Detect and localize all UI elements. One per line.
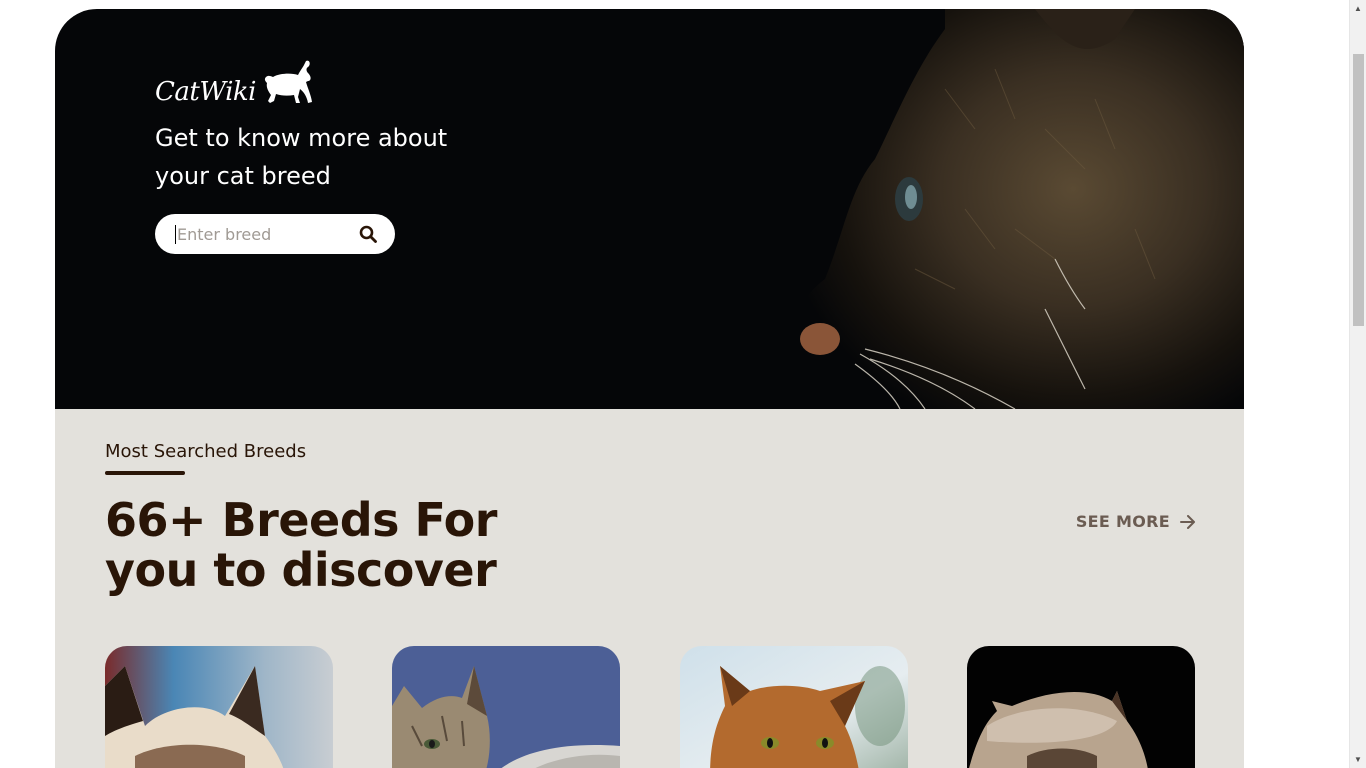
- section-label: Most Searched Breeds: [105, 441, 307, 462]
- scroll-down-arrow-icon[interactable]: ▼: [1350, 751, 1366, 768]
- breed-search-box[interactable]: [155, 214, 395, 254]
- breed-card-siamese[interactable]: [105, 646, 333, 768]
- catwiki-logo[interactable]: CatWiki: [155, 59, 314, 105]
- most-searched-section: Most Searched Breeds 66+ Breeds For you …: [55, 409, 1244, 768]
- see-more-link[interactable]: SEE MORE: [1076, 512, 1196, 531]
- himalayan-cat-photo: [966, 646, 1195, 768]
- hero-tagline: Get to know more about your cat breed: [155, 124, 448, 190]
- scroll-up-arrow-icon[interactable]: ▲: [1350, 0, 1366, 17]
- breed-card-tabby[interactable]: [392, 646, 621, 768]
- logo-text: CatWiki: [155, 77, 257, 107]
- scroll-thumb[interactable]: [1353, 54, 1364, 326]
- search-icon[interactable]: [359, 225, 377, 243]
- tabby-kitten-photo: [392, 646, 621, 768]
- page-scrollbar[interactable]: ▲ ▼: [1349, 0, 1366, 768]
- breed-search-input[interactable]: [175, 224, 355, 244]
- breed-card-abyssinian[interactable]: [679, 646, 908, 768]
- abyssinian-cat-photo: [679, 646, 908, 768]
- see-more-label: SEE MORE: [1075, 512, 1170, 531]
- breed-card-himalayan[interactable]: [966, 646, 1195, 768]
- hero-banner: CatWiki Get to know more about your cat …: [55, 9, 1244, 409]
- arrow-right-icon: [1180, 514, 1195, 529]
- breed-cards: [105, 646, 1195, 768]
- hero-cat-photo: [615, 9, 1244, 409]
- section-heading: 66+ Breeds For you to discover: [105, 493, 497, 597]
- section-underline: [105, 471, 185, 475]
- siamese-cat-photo: [105, 646, 333, 768]
- cat-silhouette-icon: [264, 60, 312, 103]
